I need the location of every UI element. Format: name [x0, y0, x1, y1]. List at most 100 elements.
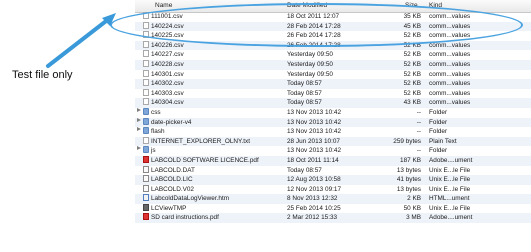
file-name: LabcoldDataLogViewer.htm — [151, 195, 230, 203]
file-row[interactable]: flash 13 Nov 2013 10:42 -- Folder — [135, 127, 531, 137]
file-row[interactable]: 140301.csv Yesterday 09:50 52 KB comm...val… — [135, 69, 531, 80]
column-header-name[interactable]: Name — [155, 2, 172, 9]
doc-icon — [143, 31, 149, 39]
file-size: 52 KB — [403, 70, 421, 78]
file-name: INTERNET_EXPLORER_OLNY.txt — [151, 137, 250, 145]
doc-icon — [143, 79, 149, 87]
file-size: 43 KB — [403, 99, 421, 107]
file-size: 50 KB — [403, 204, 421, 212]
file-row[interactable]: date-picker-v4 13 Nov 2013 10:42 -- Folder — [135, 117, 531, 128]
file-name: 140224.csv — [151, 22, 184, 30]
file-date: 8 Nov 2013 12:32 — [287, 195, 338, 203]
file-size: 3 MB — [406, 214, 421, 222]
file-size: 52 KB — [403, 60, 421, 68]
file-row[interactable]: LABCOLD SOFTWARE LICENCE.pdf 18 Oct 2011 … — [135, 155, 531, 166]
file-size: 259 bytes — [393, 137, 421, 145]
file-name: 140228.csv — [151, 60, 184, 68]
file-kind: Unix E...le File — [429, 166, 471, 174]
file-size: 52 KB — [403, 89, 421, 97]
disclosure-triangle-icon[interactable] — [137, 146, 141, 151]
file-name: LABCOLD.DAT — [151, 166, 195, 174]
file-name: 140303.csv — [151, 89, 184, 97]
file-date: Today 08:57 — [287, 89, 322, 97]
file-row[interactable]: 111001.csv 18 Oct 2011 12:07 35 KB comm...v… — [135, 12, 531, 22]
html-icon — [143, 194, 149, 202]
doc-icon — [143, 59, 149, 67]
file-kind: Adobe....ument — [429, 156, 473, 164]
file-name: LABCOLD.V02 — [151, 185, 194, 193]
disclosure-triangle-icon[interactable] — [137, 107, 141, 112]
file-row[interactable]: LABCOLD.LIC 12 Aug 2013 10:58 41 bytes Unix… — [135, 175, 531, 185]
file-kind: comm...values — [429, 41, 471, 49]
file-size: 52 KB — [403, 80, 421, 88]
folder-icon — [143, 107, 149, 115]
file-row[interactable]: 140225.csv 26 Feb 2014 17:28 52 KB comm...v… — [135, 31, 531, 41]
file-size: 187 KB — [400, 156, 421, 164]
file-row[interactable]: css 13 Nov 2013 10:42 -- Folder — [135, 107, 531, 118]
doc-icon — [143, 40, 149, 48]
file-kind: Folder — [429, 128, 448, 136]
file-name: css — [151, 108, 161, 116]
file-date: 26 Feb 2014 17:28 — [287, 41, 341, 49]
file-row[interactable]: 140226.csv 26 Feb 2014 17:28 52 KB comm...v… — [135, 40, 531, 51]
file-date: 12 Nov 2013 09:17 — [287, 185, 342, 193]
file-row[interactable]: SD card instructions.pdf 2 Mar 2012 15:33… — [135, 213, 531, 224]
file-date: 25 Feb 2014 10:25 — [287, 204, 341, 212]
file-size: 2 KB — [407, 195, 421, 203]
file-row[interactable]: LABCOLD.V02 12 Nov 2013 09:17 13 bytes Unix… — [135, 184, 531, 195]
doc-icon — [143, 69, 149, 77]
file-size: -- — [416, 147, 421, 155]
file-size: 52 KB — [403, 32, 421, 40]
file-row[interactable]: 140228.csv Yesterday 09:50 52 KB comm...val… — [135, 59, 531, 70]
file-row[interactable]: 140304.csv Today 08:57 43 KB comm...values — [135, 98, 531, 108]
folder-icon — [143, 127, 149, 135]
file-size: 13 bytes — [396, 185, 421, 193]
file-kind: Unix E...le File — [429, 204, 471, 212]
file-kind: comm...values — [429, 70, 471, 78]
file-row[interactable]: LCViewTMP 25 Feb 2014 10:25 50 KB Unix E...… — [135, 203, 531, 214]
file-date: 28 Jun 2013 10:07 — [287, 137, 340, 145]
file-size: 52 KB — [403, 51, 421, 59]
file-size: -- — [416, 118, 421, 126]
dat-icon — [143, 175, 149, 183]
file-kind: comm...values — [429, 51, 471, 59]
file-date: 13 Nov 2013 10:42 — [287, 108, 342, 116]
file-kind: Plain Text — [429, 137, 457, 145]
file-row[interactable]: 140224.csv 28 Feb 2014 17:28 45 KB comm...v… — [135, 21, 531, 32]
file-size: 13 bytes — [396, 166, 421, 174]
column-header-size[interactable]: Size — [405, 2, 418, 9]
disclosure-triangle-icon[interactable] — [137, 127, 141, 132]
file-row[interactable]: 140302.csv Today 08:57 52 KB comm...values — [135, 79, 531, 89]
file-size: 45 KB — [403, 22, 421, 30]
file-kind: Folder — [429, 147, 448, 155]
file-name: 140301.csv — [151, 70, 184, 78]
file-date: 28 Feb 2014 17:28 — [287, 22, 341, 30]
file-size: 35 KB — [403, 13, 421, 20]
file-date: 18 Oct 2011 11:14 — [287, 156, 339, 164]
file-kind: Folder — [429, 118, 448, 126]
dat-icon — [143, 184, 149, 192]
file-row[interactable]: 140303.csv Today 08:57 52 KB comm...values — [135, 88, 531, 99]
file-name: 140226.csv — [151, 41, 184, 49]
file-size: -- — [416, 128, 421, 136]
column-header-date[interactable]: Date Modified — [287, 2, 327, 9]
folder-icon — [143, 146, 149, 154]
file-row[interactable]: LABCOLD.DAT Today 08:57 13 bytes Unix E...l… — [135, 165, 531, 176]
file-row[interactable]: LabcoldDataLogViewer.htm 8 Nov 2013 12:32… — [135, 194, 531, 204]
file-date: Yesterday 09:50 — [287, 51, 333, 59]
file-date: Yesterday 09:50 — [287, 70, 333, 78]
file-kind: Adobe....ument — [429, 214, 473, 222]
file-row[interactable]: INTERNET_EXPLORER_OLNY.txt 28 Jun 2013 10… — [135, 136, 531, 147]
file-kind: Folder — [429, 108, 448, 116]
file-name: SD card instructions.pdf — [151, 214, 219, 222]
doc-icon — [143, 12, 149, 19]
column-header-kind[interactable]: Kind — [429, 2, 442, 9]
file-date: 13 Nov 2013 10:42 — [287, 147, 342, 155]
file-row[interactable]: js 13 Nov 2013 10:42 -- Folder — [135, 146, 531, 156]
finder-list-view: Name Date Modified Size Kind 111001.csv 1… — [135, 0, 531, 252]
disclosure-triangle-icon[interactable] — [137, 117, 141, 122]
file-name: 140302.csv — [151, 80, 184, 88]
file-row[interactable]: 140227.csv Yesterday 09:50 52 KB comm...val… — [135, 50, 531, 60]
file-size: 52 KB — [403, 41, 421, 49]
file-name: 140225.csv — [151, 32, 184, 40]
